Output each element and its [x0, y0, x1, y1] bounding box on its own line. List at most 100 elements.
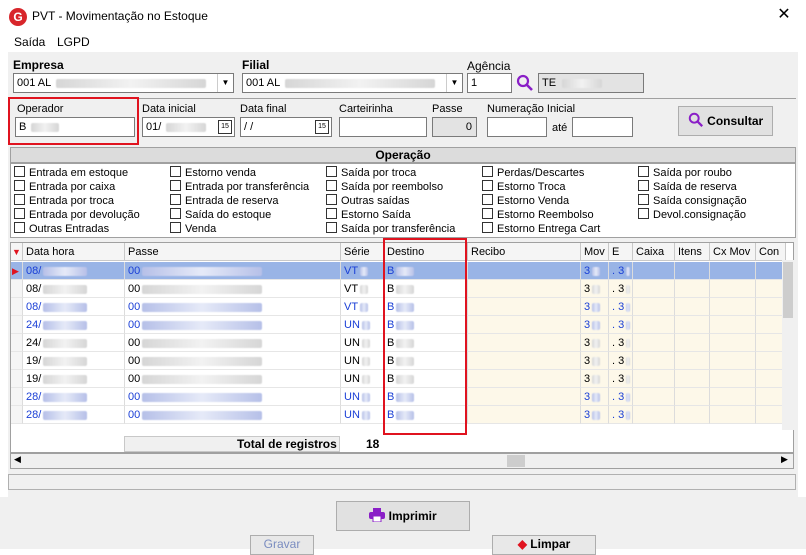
operacao-checkbox[interactable]: Entrada de reserva	[170, 194, 279, 207]
sort-indicator-icon[interactable]: ▼	[11, 243, 23, 261]
operacao-checkbox[interactable]: Entrada por caixa	[14, 180, 115, 193]
column-header[interactable]: Con	[756, 243, 786, 261]
gravar-button[interactable]: Gravar	[250, 535, 314, 555]
redacted-text	[592, 374, 601, 384]
operacao-checkbox[interactable]: Saída consignação	[638, 194, 747, 207]
chevron-down-icon[interactable]: ▼	[217, 74, 233, 92]
column-header[interactable]: Itens	[675, 243, 710, 261]
scroll-right-icon[interactable]: ▶	[781, 454, 788, 465]
operacao-checkbox[interactable]: Entrada por troca	[14, 194, 114, 207]
column-header[interactable]: Série	[341, 243, 384, 261]
numeracao-inicial-input[interactable]	[487, 117, 547, 137]
chevron-down-icon[interactable]: ▼	[446, 74, 462, 92]
grid-footer: Total de registros 18	[10, 436, 782, 452]
operacao-checkbox-label: Entrada por devolução	[29, 209, 140, 221]
numeracao-final-input[interactable]	[572, 117, 633, 137]
column-header[interactable]: Mov	[581, 243, 609, 261]
carteirinha-input[interactable]	[339, 117, 427, 137]
search-icon[interactable]	[516, 74, 534, 92]
table-cell	[675, 316, 710, 334]
operacao-checkbox[interactable]: Estorno Venda	[482, 194, 569, 207]
operacao-checkbox-label: Outras saídas	[341, 195, 410, 207]
redacted-text	[626, 410, 631, 420]
operacao-checkbox[interactable]: Entrada por transferência	[170, 180, 309, 193]
checkbox-icon[interactable]	[14, 194, 25, 205]
checkbox-icon[interactable]	[638, 166, 649, 177]
operacao-checkbox[interactable]: Estorno Reembolso	[482, 208, 594, 221]
close-icon[interactable]: ✕	[772, 4, 796, 26]
redacted-text	[43, 302, 88, 312]
column-header[interactable]: Cx Mov	[710, 243, 756, 261]
checkbox-icon[interactable]	[482, 222, 493, 233]
checkbox-icon[interactable]	[482, 194, 493, 205]
operacao-checkbox[interactable]: Saída por transferência	[326, 222, 455, 235]
agencia-input[interactable]: 1	[467, 73, 512, 93]
operacao-checkbox[interactable]: Entrada em estoque	[14, 166, 128, 179]
redacted-text	[626, 338, 631, 348]
operacao-checkbox[interactable]: Saída por reembolso	[326, 180, 443, 193]
vertical-scroll-thumb[interactable]	[783, 262, 793, 318]
operacao-checkbox[interactable]: Saída por roubo	[638, 166, 732, 179]
cell-data: 19/	[26, 373, 42, 385]
checkbox-icon[interactable]	[170, 166, 181, 177]
redacted-text	[43, 410, 88, 420]
imprimir-label: Imprimir	[388, 509, 437, 523]
menu-saida[interactable]: Saída	[14, 35, 45, 49]
scroll-left-icon[interactable]: ◀	[14, 454, 21, 465]
checkbox-icon[interactable]	[326, 208, 337, 219]
operacao-checkbox[interactable]: Estorno Saída	[326, 208, 411, 221]
checkbox-icon[interactable]	[170, 180, 181, 191]
calendar-icon[interactable]: 15	[218, 120, 232, 134]
column-header[interactable]: Data hora	[23, 243, 125, 261]
table-cell	[710, 298, 756, 316]
operacao-checkbox[interactable]: Outras Entradas	[14, 222, 109, 235]
horizontal-scroll-thumb[interactable]	[507, 455, 525, 467]
checkbox-icon[interactable]	[326, 222, 337, 233]
checkbox-icon[interactable]	[326, 194, 337, 205]
checkbox-icon[interactable]	[14, 166, 25, 177]
checkbox-icon[interactable]	[482, 180, 493, 191]
filial-select[interactable]: 001 AL ▼	[242, 73, 463, 93]
checkbox-icon[interactable]	[14, 180, 25, 191]
menu-lgpd[interactable]: LGPD	[57, 35, 90, 49]
checkbox-icon[interactable]	[170, 194, 181, 205]
checkbox-icon[interactable]	[14, 208, 25, 219]
checkbox-icon[interactable]	[482, 166, 493, 177]
column-header[interactable]: Recibo	[468, 243, 581, 261]
checkbox-icon[interactable]	[638, 208, 649, 219]
consultar-button[interactable]: Consultar	[678, 106, 773, 136]
column-header[interactable]: Passe	[125, 243, 341, 261]
checkbox-icon[interactable]	[638, 194, 649, 205]
operacao-checkbox[interactable]: Saída do estoque	[170, 208, 271, 221]
checkbox-icon[interactable]	[170, 208, 181, 219]
checkbox-icon[interactable]	[170, 222, 181, 233]
operacao-checkbox[interactable]: Venda	[170, 222, 216, 235]
column-header[interactable]: E	[609, 243, 633, 261]
operacao-checkbox[interactable]: Estorno venda	[170, 166, 256, 179]
table-cell: 3	[581, 280, 609, 298]
empresa-select[interactable]: 001 AL ▼	[13, 73, 234, 93]
checkbox-icon[interactable]	[326, 166, 337, 177]
operacao-checkbox[interactable]: Estorno Troca	[482, 180, 565, 193]
imprimir-button[interactable]: Imprimir	[336, 501, 470, 531]
checkbox-icon[interactable]	[14, 222, 25, 233]
checkbox-icon[interactable]	[638, 180, 649, 191]
checkbox-icon[interactable]	[326, 180, 337, 191]
operacao-checkbox[interactable]: Estorno Entrega Cart	[482, 222, 600, 235]
data-inicial-input[interactable]: 01/ 15	[142, 117, 235, 137]
operacao-checkbox[interactable]: Saída de reserva	[638, 180, 737, 193]
operacao-checkbox[interactable]: Entrada por devolução	[14, 208, 140, 221]
operacao-checkbox[interactable]: Devol.consignação	[638, 208, 746, 221]
cell-mov: 3	[584, 319, 591, 331]
row-indicator	[11, 352, 23, 370]
calendar-icon[interactable]: 15	[315, 120, 329, 134]
column-header[interactable]: Caixa	[633, 243, 675, 261]
operacao-checkbox[interactable]: Outras saídas	[326, 194, 409, 207]
operacao-checkbox[interactable]: Perdas/Descartes	[482, 166, 584, 179]
horizontal-scrollbar[interactable]: ◀ ▶	[10, 453, 794, 469]
limpar-button[interactable]: ◆ Limpar	[492, 535, 596, 555]
checkbox-icon[interactable]	[482, 208, 493, 219]
data-final-input[interactable]: / / 15	[240, 117, 332, 137]
operacao-checkbox[interactable]: Saída por troca	[326, 166, 416, 179]
operacao-checkbox-label: Perdas/Descartes	[497, 167, 585, 179]
